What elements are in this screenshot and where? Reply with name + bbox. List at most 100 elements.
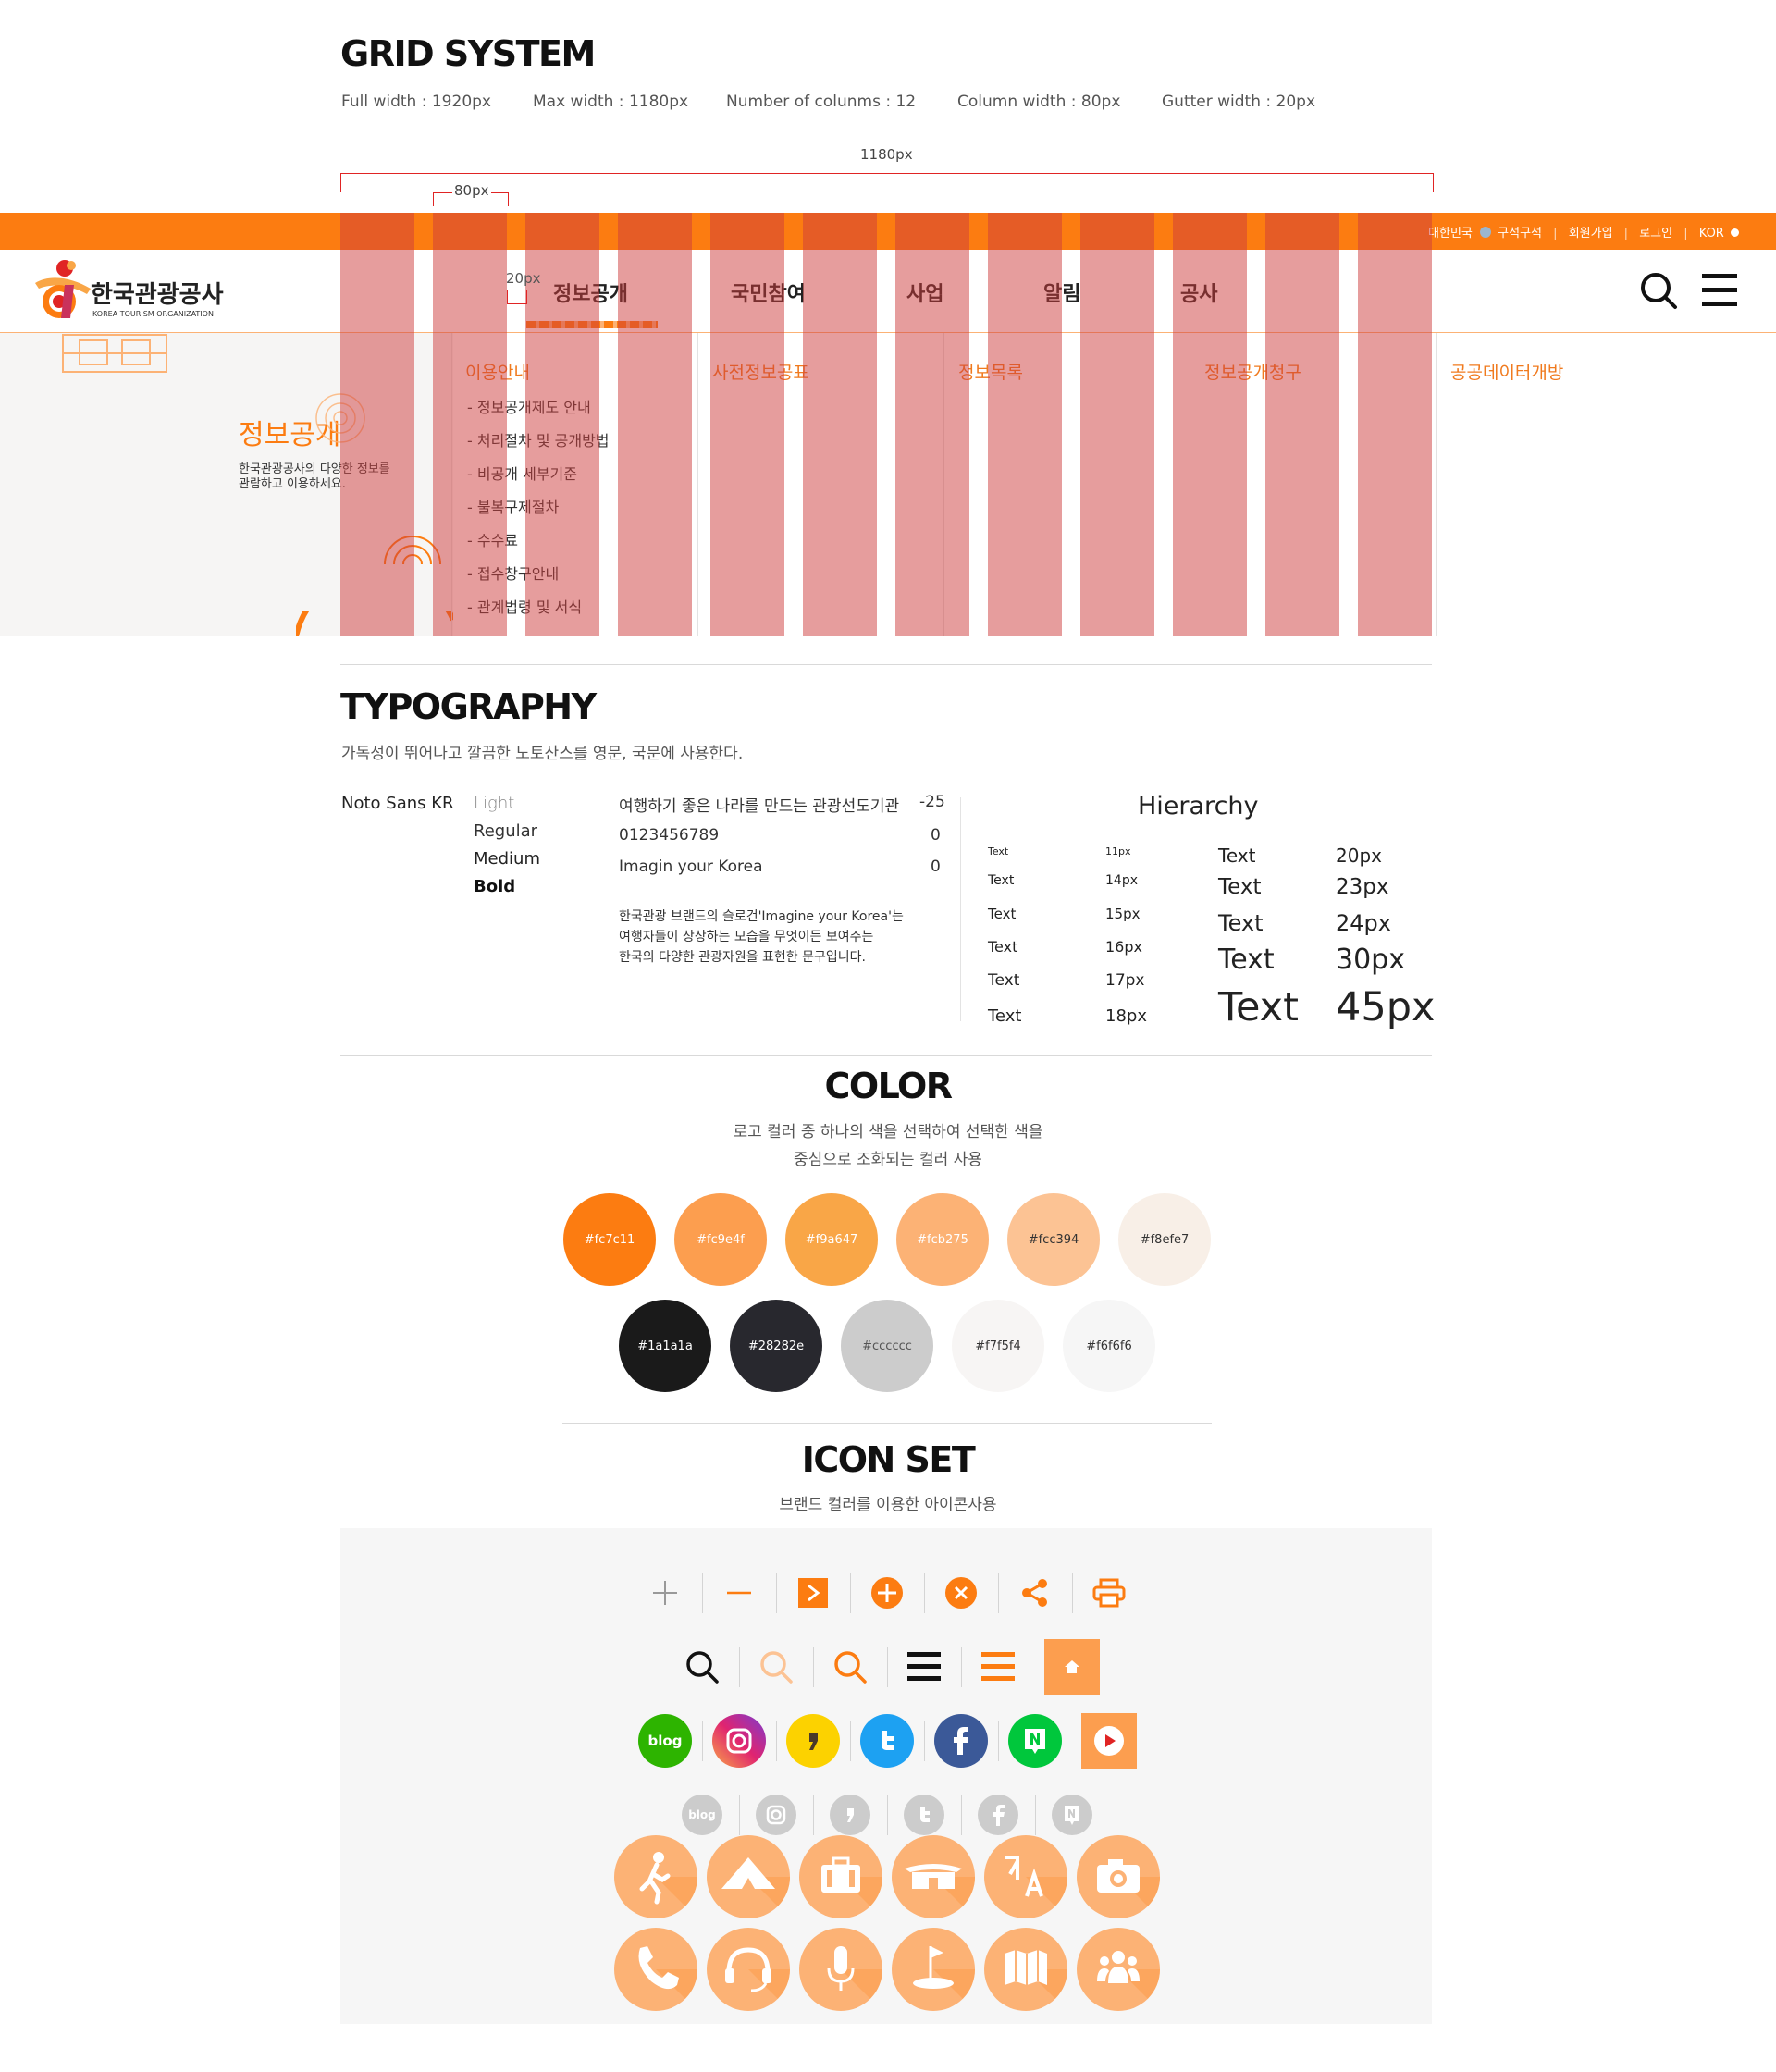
icon-divider — [998, 1572, 999, 1613]
grid-column — [895, 213, 969, 636]
twitter-icon[interactable] — [859, 1713, 915, 1769]
search-orange-icon[interactable] — [822, 1639, 878, 1695]
blog-icon[interactable]: blog — [637, 1713, 693, 1769]
icon-divider — [924, 1720, 925, 1761]
icon-divider — [1035, 1794, 1036, 1835]
icon-divider — [961, 1794, 962, 1835]
minus-icon[interactable] — [711, 1565, 767, 1621]
swatch-label: #f6f6f6 — [1086, 1338, 1132, 1353]
hierarchy-size: 18px — [1105, 1006, 1147, 1026]
headset-icon[interactable] — [707, 1928, 790, 2011]
section-divider — [562, 1423, 1212, 1424]
icon-divider — [961, 1646, 962, 1687]
menu-icon[interactable] — [896, 1639, 952, 1695]
close-circle-icon[interactable] — [933, 1565, 989, 1621]
color-swatch: #fcb275 — [896, 1193, 989, 1286]
search-icon[interactable] — [1639, 271, 1678, 310]
link-korea[interactable]: 대한민국 — [1428, 227, 1473, 240]
hierarchy-label: Text — [1218, 845, 1256, 867]
sample-paragraph-line: 한국의 다양한 관광자원을 표현한 문구입니다. — [619, 950, 866, 965]
search-icon[interactable] — [674, 1639, 730, 1695]
kakao-story-icon[interactable] — [785, 1713, 841, 1769]
font-name: Noto Sans KR — [341, 794, 454, 813]
grid-column — [1358, 213, 1432, 636]
camera-icon[interactable] — [1077, 1835, 1160, 1918]
sample-korean-tracking: -25 — [919, 793, 945, 811]
swatch-label: #fc9e4f — [697, 1232, 745, 1247]
hierarchy-label: Text — [1218, 944, 1275, 976]
swatch-label: #1a1a1a — [637, 1338, 693, 1353]
tent-icon[interactable] — [892, 1835, 975, 1918]
color-swatch: #f6f6f6 — [1063, 1300, 1155, 1392]
icon-divider — [813, 1794, 814, 1835]
kakao-gray-icon[interactable] — [822, 1787, 878, 1843]
band-gray-icon[interactable] — [1044, 1787, 1100, 1843]
hierarchy-label: Text — [988, 1006, 1022, 1026]
twitter-gray-icon[interactable] — [896, 1787, 952, 1843]
weight-medium: Medium — [474, 849, 540, 869]
microphone-icon[interactable] — [799, 1928, 882, 2011]
search-light-icon[interactable] — [748, 1639, 804, 1695]
logo[interactable]: 한국관광공사 KOREA TOURISM ORGANIZATION — [33, 257, 237, 322]
luggage-icon[interactable] — [799, 1835, 882, 1918]
instagram-icon[interactable] — [711, 1713, 767, 1769]
blog-label: blog — [638, 1714, 692, 1768]
language-select[interactable]: KOR — [1699, 227, 1724, 240]
menu-orange-icon[interactable] — [970, 1639, 1026, 1695]
sample-english-tracking: 0 — [931, 857, 941, 876]
group-icon[interactable] — [1077, 1928, 1160, 2011]
globe-icon — [1480, 227, 1492, 238]
youtube-icon[interactable] — [1081, 1713, 1137, 1769]
next-arrow-icon[interactable] — [785, 1565, 841, 1621]
facebook-icon[interactable] — [933, 1713, 989, 1769]
typography-divider — [960, 797, 961, 1021]
menu-head-opendata[interactable]: 공공데이터개방 — [1450, 359, 1563, 384]
hierarchy-size: 17px — [1105, 971, 1145, 990]
language-icon[interactable] — [984, 1835, 1067, 1918]
color-swatch: #fc7c11 — [563, 1193, 656, 1286]
camping-icon[interactable] — [707, 1835, 790, 1918]
chevron-circle-icon — [1731, 228, 1739, 237]
spec-max-width: Max width : 1180px — [533, 92, 689, 111]
hierarchy-label: Text — [1218, 984, 1299, 1030]
dimension-column-label: 80px — [452, 182, 491, 199]
weight-light: Light — [474, 794, 515, 813]
grid-column — [340, 213, 414, 636]
print-icon[interactable] — [1081, 1565, 1137, 1621]
hierarchy-label: Text — [988, 845, 1009, 857]
sample-numbers: 0123456789 — [619, 826, 720, 845]
hierarchy-title: Hierarchy — [1138, 792, 1259, 820]
home-icon[interactable] — [1044, 1639, 1100, 1695]
spec-column-width: Column width : 80px — [957, 92, 1121, 111]
add-circle-icon[interactable] — [859, 1565, 915, 1621]
grid-column — [1173, 213, 1247, 636]
link-gusuk[interactable]: 구석구석 — [1498, 227, 1542, 240]
link-login[interactable]: 로그인 — [1639, 227, 1672, 240]
icon-divider — [1072, 1572, 1073, 1613]
phone-icon[interactable] — [614, 1928, 697, 2011]
plus-icon[interactable] — [637, 1565, 693, 1621]
swatch-label: #fc7c11 — [584, 1232, 635, 1247]
walking-icon[interactable] — [614, 1835, 697, 1918]
share-icon[interactable] — [1007, 1565, 1063, 1621]
link-signup[interactable]: 회원가입 — [1569, 227, 1613, 240]
iconset-title: ICON SET — [801, 1439, 976, 1480]
spec-columns: Number of colunms : 12 — [726, 92, 917, 111]
utility-links: 대한민국 구석구석 | 회원가입 | 로그인 | KOR — [1421, 223, 1739, 240]
grid-column — [433, 213, 507, 636]
naver-band-icon[interactable] — [1007, 1713, 1063, 1769]
hierarchy-size: 16px — [1105, 938, 1142, 956]
hierarchy-label: Text — [988, 971, 1020, 990]
hierarchy-label: Text — [988, 938, 1018, 956]
hierarchy-label: Text — [1218, 875, 1262, 899]
dimension-total-bracket — [340, 173, 1434, 192]
sample-korean: 여행하기 좋은 나라를 만드는 관광선도기관 — [619, 797, 900, 816]
map-icon[interactable] — [984, 1928, 1067, 2011]
instagram-gray-icon[interactable] — [748, 1787, 804, 1843]
icon-divider — [998, 1720, 999, 1761]
blog-gray-icon[interactable]: blog — [674, 1787, 730, 1843]
golf-icon[interactable] — [892, 1928, 975, 2011]
menu-icon[interactable] — [1702, 274, 1737, 307]
color-swatch: #fc9e4f — [674, 1193, 767, 1286]
facebook-gray-icon[interactable] — [970, 1787, 1026, 1843]
